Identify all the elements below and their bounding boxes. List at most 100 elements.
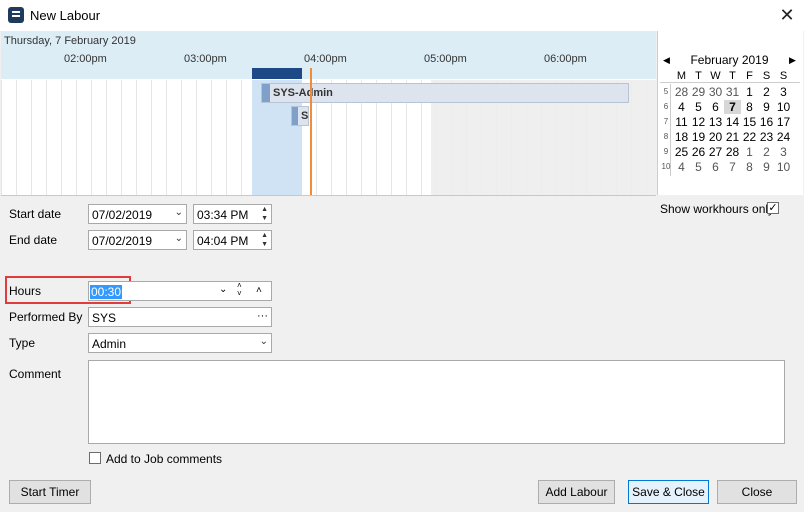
chevron-down-icon[interactable]: ⌄ [175, 233, 183, 244]
appointment-sys-admin[interactable]: SYS-Admin [261, 83, 629, 103]
calendar-day[interactable]: 8 [741, 160, 758, 174]
hour-label: 03:00pm [184, 53, 227, 65]
hours-field[interactable]: 00:30 ⌄ ˄ ˅ ˄ [88, 281, 272, 301]
ellipsis-icon[interactable]: ··· [257, 310, 268, 322]
week-number: 5 [663, 87, 669, 96]
spinner-icon[interactable]: ▲ ▼ [261, 205, 268, 223]
chevron-up-icon[interactable]: ˄ [256, 285, 262, 296]
window-title: New Labour [30, 8, 101, 23]
end-date-label: End date [9, 233, 58, 247]
calendar-day[interactable]: 29 [690, 85, 707, 99]
appointment-status-bar [262, 84, 270, 102]
performed-by-field[interactable]: SYS ··· [88, 307, 272, 327]
start-date-picker[interactable]: 07/02/2019 ⌄ [88, 204, 187, 224]
spinner-icon[interactable]: ▲ ▼ [261, 231, 268, 249]
calendar-day[interactable]: 15 [741, 115, 758, 129]
calendar-day[interactable]: 22 [741, 130, 758, 144]
calendar-day[interactable]: 14 [724, 115, 741, 129]
week-number: 9 [663, 147, 669, 156]
current-time-line [310, 68, 312, 195]
comment-textarea[interactable] [88, 360, 785, 444]
calendar-day[interactable]: 10 [775, 100, 792, 114]
calendar-day[interactable]: 5 [690, 160, 707, 174]
calendar-day[interactable]: 8 [741, 100, 758, 114]
calendar-day[interactable]: 9 [758, 160, 775, 174]
calendar-day[interactable]: 20 [707, 130, 724, 144]
week-number: 10 [661, 162, 671, 171]
calendar-day[interactable]: 7 [724, 160, 741, 174]
appointment-status-bar [292, 107, 298, 125]
chevron-down-icon[interactable]: ⌄ [175, 207, 183, 218]
type-value: Admin [92, 337, 127, 351]
calendar-day[interactable]: 24 [775, 130, 792, 144]
calendar-day[interactable]: 16 [758, 115, 775, 129]
weekday-label: T [695, 70, 702, 82]
calendar-day[interactable]: 30 [707, 85, 724, 99]
day-scheduler[interactable]: Thursday, 7 February 2019 02:00pm 03:00p… [1, 31, 656, 196]
end-time-value: 04:04 PM [197, 234, 249, 248]
end-time-field[interactable]: 04:04 PM ▲ ▼ [193, 230, 272, 250]
calendar-day[interactable]: 2 [758, 85, 775, 99]
add-to-job-comments-checkbox[interactable] [89, 452, 101, 464]
calendar-day[interactable]: 19 [690, 130, 707, 144]
calendar-day[interactable]: 4 [673, 100, 690, 114]
calendar-day[interactable]: 27 [707, 145, 724, 159]
end-date-value: 07/02/2019 [92, 234, 153, 248]
calendar-day[interactable]: 6 [707, 160, 724, 174]
week-number: 8 [663, 132, 669, 141]
calendar-day[interactable]: 26 [690, 145, 707, 159]
calendar-day[interactable]: 23 [758, 130, 775, 144]
weekday-label: S [762, 70, 771, 82]
add-labour-button[interactable]: Add Labour [538, 480, 615, 504]
chevron-down-icon[interactable]: ⌄ [219, 284, 227, 295]
calendar-day[interactable]: 18 [673, 130, 690, 144]
weekday-label: M [676, 70, 687, 82]
show-workhours-checkbox[interactable]: ✓ [767, 202, 779, 214]
appointment-label: SYS-Admin [273, 87, 333, 99]
start-time-value: 03:34 PM [197, 208, 249, 222]
calendar-day[interactable]: 11 [673, 115, 690, 129]
calendar-day[interactable]: 28 [724, 145, 741, 159]
calendar-day[interactable]: 7 [724, 100, 741, 114]
hours-value: 00:30 [90, 285, 123, 299]
weekday-label: T [729, 70, 736, 82]
calendar-day[interactable]: 9 [758, 100, 775, 114]
hour-label: 02:00pm [64, 53, 107, 65]
calendar-day[interactable]: 1 [741, 145, 758, 159]
calendar-day[interactable]: 25 [673, 145, 690, 159]
end-date-picker[interactable]: 07/02/2019 ⌄ [88, 230, 187, 250]
calendar-day[interactable]: 10 [775, 160, 792, 174]
calendar-day[interactable]: 17 [775, 115, 792, 129]
calendar-day[interactable]: 4 [673, 160, 690, 174]
start-time-field[interactable]: 03:34 PM ▲ ▼ [193, 204, 272, 224]
calendar-day[interactable]: 13 [707, 115, 724, 129]
calendar-day[interactable]: 28 [673, 85, 690, 99]
calendar-day[interactable]: 3 [775, 85, 792, 99]
week-number: 6 [663, 102, 669, 111]
selected-time-marker [252, 68, 302, 79]
show-workhours-label: Show workhours only [660, 202, 775, 216]
calendar-day[interactable]: 31 [724, 85, 741, 99]
calendar-day[interactable]: 2 [758, 145, 775, 159]
calendar-day[interactable]: 3 [775, 145, 792, 159]
calendar-day[interactable]: 21 [724, 130, 741, 144]
spinner-icon[interactable]: ˄ ˅ [237, 282, 242, 298]
add-to-job-comments-label: Add to Job comments [106, 452, 223, 466]
weekday-label: F [746, 70, 753, 82]
performed-by-value: SYS [92, 311, 117, 325]
start-timer-button[interactable]: Start Timer [9, 480, 91, 504]
calendar-month-title[interactable]: February 2019 [657, 53, 802, 67]
close-icon[interactable]: ✕ [776, 4, 798, 26]
chevron-down-icon[interactable]: ⌄ [260, 336, 268, 347]
save-close-button[interactable]: Save & Close [628, 480, 709, 504]
calendar-day[interactable]: 1 [741, 85, 758, 99]
type-select[interactable]: Admin ⌄ [88, 333, 272, 353]
calendar-day[interactable]: 6 [707, 100, 724, 114]
scheduler-date: Thursday, 7 February 2019 [4, 35, 136, 47]
calendar-day[interactable]: 12 [690, 115, 707, 129]
close-button[interactable]: Close [717, 480, 797, 504]
calendar-day[interactable]: 5 [690, 100, 707, 114]
hour-label: 05:00pm [424, 53, 467, 65]
appointment-new[interactable]: S [291, 106, 309, 126]
title-bar [0, 0, 804, 31]
